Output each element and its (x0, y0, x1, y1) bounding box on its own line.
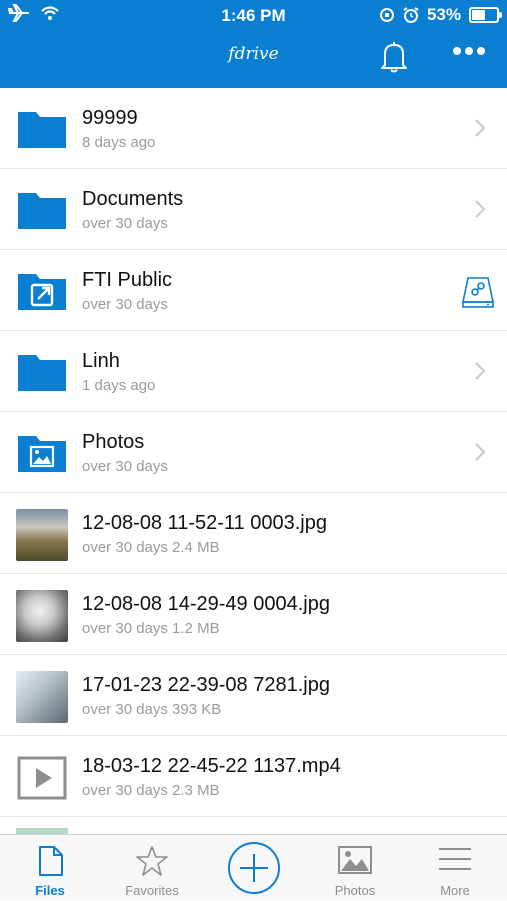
folder-icon (18, 193, 66, 229)
battery-percent: 53% (426, 5, 461, 24)
item-name: Documents (82, 188, 184, 210)
list-item[interactable]: 18-03-12 22-45-22 1137.mp4 over 30 days … (0, 736, 507, 817)
item-meta: over 30 days (82, 458, 168, 475)
tab-label: Files (35, 883, 65, 898)
orientation-lock-icon (379, 8, 394, 22)
tab-label: More (440, 883, 470, 898)
add-circle-icon[interactable] (227, 841, 281, 895)
chevron-right-icon (475, 200, 486, 218)
item-name: 12-08-08 14-29-49 0004.jpg (82, 593, 330, 615)
tab-label: Favorites (125, 883, 179, 898)
tab-more[interactable]: More (405, 835, 505, 901)
item-meta: over 30 days (82, 296, 168, 313)
list-item[interactable]: 99999 8 days ago (0, 88, 507, 169)
app-header: 1:46 PM 53% fdrive (0, 0, 507, 88)
tab-files[interactable]: Files (0, 835, 100, 901)
alarm-icon (403, 7, 419, 23)
item-name: 18-03-12 22-45-22 1137.mp4 (82, 755, 341, 777)
list-item[interactable]: Linh 1 days ago (0, 331, 507, 412)
photos-folder-icon (18, 436, 66, 472)
list-item[interactable]: Documents over 30 days (0, 169, 507, 250)
menu-icon (439, 848, 471, 870)
tab-favorites[interactable]: Favorites (102, 835, 202, 901)
item-name: 17-01-23 22-39-08 7281.jpg (82, 674, 330, 696)
shared-folder-icon (18, 274, 66, 310)
chevron-right-icon (475, 119, 486, 137)
item-meta: over 30 days 2.3 MB (82, 782, 220, 799)
file-list: 99999 8 days ago Documents over 30 days … (0, 88, 507, 834)
list-item[interactable]: 12-08-08 11-52-11 0003.jpg over 30 days … (0, 493, 507, 574)
image-thumbnail (16, 590, 68, 642)
list-item[interactable]: 17-01-23 22-39-08 7281.jpg over 30 days … (0, 655, 507, 736)
video-icon (17, 756, 67, 800)
more-horizontal-icon[interactable] (452, 44, 486, 58)
tab-label: Photos (334, 883, 376, 898)
file-icon (39, 846, 63, 876)
image-thumbnail (16, 671, 68, 723)
tab-photos[interactable]: Photos (305, 835, 405, 901)
tab-bar: Files Favorites Photos More (0, 834, 507, 900)
chevron-right-icon (475, 362, 486, 380)
item-meta: over 30 days 1.2 MB (82, 620, 220, 637)
item-name: FTI Public (82, 269, 173, 291)
item-meta: over 30 days 2.4 MB (82, 539, 220, 556)
item-meta: 8 days ago (82, 134, 156, 151)
list-item[interactable]: FTI Public over 30 days (0, 250, 507, 331)
item-name: Linh (82, 350, 120, 372)
status-bar: 1:46 PM 53% (0, 0, 507, 30)
image-thumbnail (16, 509, 68, 561)
photo-icon (338, 846, 372, 874)
bell-icon[interactable] (378, 40, 410, 74)
star-icon (136, 846, 168, 876)
folder-icon (18, 112, 66, 148)
list-item[interactable]: 12-08-08 14-29-49 0004.jpg over 30 days … (0, 574, 507, 655)
app-title: fdrive (228, 44, 279, 64)
item-meta: 1 days ago (82, 377, 156, 394)
item-meta: over 30 days 393 KB (82, 701, 222, 718)
list-item[interactable]: Photos over 30 days (0, 412, 507, 493)
folder-icon (18, 355, 66, 391)
item-name: 99999 (82, 107, 138, 129)
sync-drive-icon[interactable] (460, 274, 496, 310)
chevron-right-icon (475, 443, 486, 461)
item-meta: over 30 days (82, 215, 168, 232)
item-name: Photos (82, 431, 145, 453)
battery-icon (469, 7, 502, 23)
item-name: 12-08-08 11-52-11 0003.jpg (82, 512, 327, 534)
